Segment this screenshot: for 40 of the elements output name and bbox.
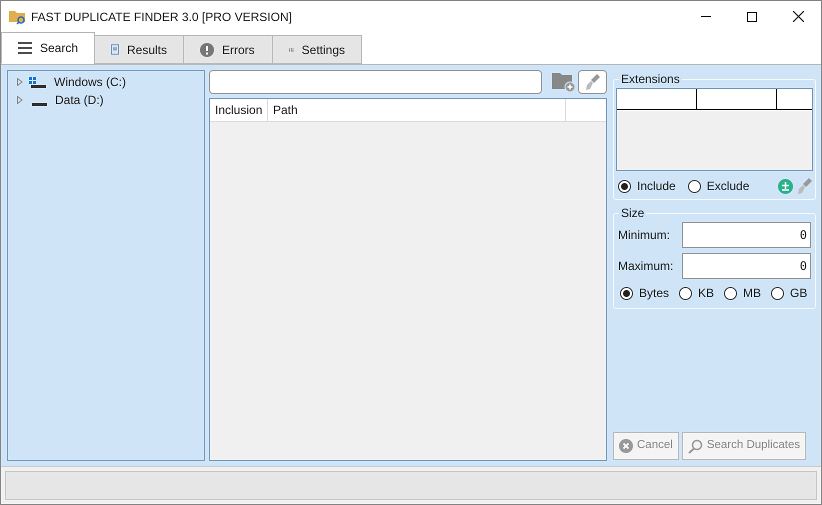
maximize-icon xyxy=(747,12,757,22)
radio-button[interactable]: MB xyxy=(724,284,762,302)
radio-button[interactable]: GB xyxy=(771,284,808,302)
column-header[interactable]: Path xyxy=(268,99,566,121)
minimize-icon xyxy=(701,16,711,17)
radio-button[interactable]: KB xyxy=(679,284,714,302)
tab[interactable]: Errors xyxy=(183,35,273,64)
field-label: Maximum: xyxy=(618,258,674,275)
drive-icon xyxy=(29,76,46,88)
expand-arrow-icon[interactable] xyxy=(17,78,23,86)
size-field[interactable]: 0 xyxy=(682,222,811,248)
path-field[interactable] xyxy=(209,70,542,94)
tree-item[interactable]: Windows (C:) xyxy=(8,73,204,91)
radio-button[interactable]: Bytes xyxy=(620,284,670,302)
group-title: Size xyxy=(620,205,646,222)
close-icon xyxy=(792,11,804,22)
radio-button[interactable]: Include xyxy=(618,177,676,195)
size-field[interactable]: 0 xyxy=(682,253,811,279)
tree-item[interactable]: Data (D:) xyxy=(8,91,204,109)
window-title: FAST DUPLICATE FINDER 3.0 [PRO VERSION] xyxy=(31,8,292,26)
menu-icon xyxy=(18,42,32,54)
group-title: Extensions xyxy=(620,71,681,88)
clear-button[interactable] xyxy=(578,70,607,94)
folder-search-icon xyxy=(9,8,27,24)
add-folder-icon[interactable] xyxy=(552,71,576,93)
tab[interactable]: Settings xyxy=(272,35,362,64)
close-circle-icon xyxy=(619,439,633,453)
drive-icon xyxy=(32,103,47,106)
field-label: Minimum: xyxy=(618,227,670,244)
brush-icon[interactable] xyxy=(584,73,600,91)
radio-button[interactable]: Exclude xyxy=(688,177,750,195)
tab[interactable]: Search xyxy=(1,32,95,64)
column-header[interactable]: Inclusion xyxy=(210,99,268,121)
expand-arrow-icon[interactable] xyxy=(17,96,23,104)
notebook-icon xyxy=(111,42,119,57)
search-icon xyxy=(688,438,703,454)
tab[interactable]: Results xyxy=(94,35,184,64)
add-icon[interactable] xyxy=(778,178,793,194)
brush-icon[interactable] xyxy=(797,177,813,195)
alert-icon xyxy=(200,42,214,56)
